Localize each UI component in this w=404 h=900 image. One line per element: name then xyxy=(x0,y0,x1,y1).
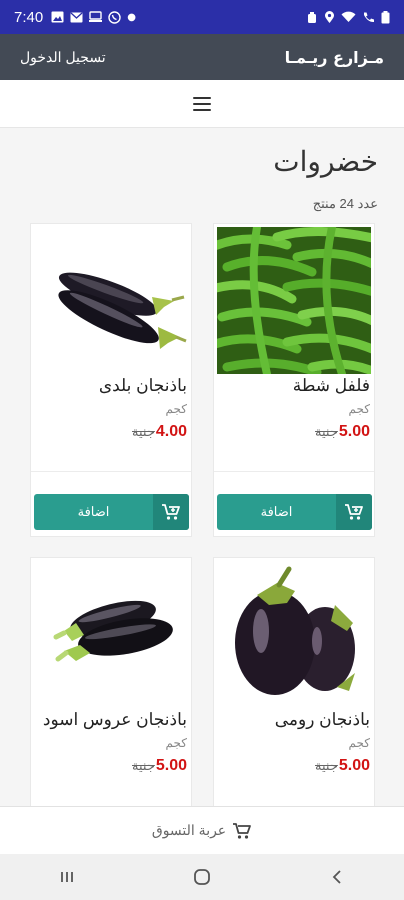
product-unit: كجم xyxy=(165,402,187,416)
product-image-green-chili[interactable] xyxy=(217,227,371,374)
location-icon xyxy=(325,10,334,23)
product-name[interactable]: باذنجان عروس اسود xyxy=(43,710,187,730)
add-button-label: اضافة xyxy=(77,504,110,519)
product-count: عدد 24 منتج xyxy=(312,196,378,211)
cart-plus-icon xyxy=(153,494,189,530)
product-unit: كجم xyxy=(348,736,370,750)
shopping-cart-bar[interactable]: عربة التسوق xyxy=(0,806,404,854)
product-image-eggplant-baladi[interactable] xyxy=(34,227,188,374)
price-amount: 4.00 xyxy=(155,423,187,440)
price-currency: جنية xyxy=(132,424,155,439)
shopping-cart-label: عربة التسوق xyxy=(151,822,227,838)
product-unit: كجم xyxy=(348,402,370,416)
product-price: 5.00 جنية xyxy=(315,423,370,441)
product-name[interactable]: باذنجان رومى xyxy=(275,710,370,730)
add-button-label: اضافة xyxy=(260,504,293,519)
product-name[interactable]: باذنجان بلدى xyxy=(99,376,187,396)
status-right-icons xyxy=(306,10,390,24)
status-left-icons: ● xyxy=(51,10,136,24)
product-card[interactable]: باذنجان بلدى كجم 4.00 جنية اضافة xyxy=(30,223,192,537)
hamburger-menu-icon[interactable] xyxy=(193,96,211,111)
add-to-cart-button[interactable]: اضافة xyxy=(217,494,372,530)
status-bar: 7:40 ● xyxy=(0,0,404,34)
price-currency: جنية xyxy=(315,758,338,773)
product-price: 5.00 جنية xyxy=(315,757,370,775)
wifi-icon xyxy=(341,11,356,22)
price-amount: 5.00 xyxy=(338,423,370,440)
price-currency: جنية xyxy=(132,758,155,773)
product-image-eggplant-roomy[interactable] xyxy=(217,561,371,708)
alarm-icon xyxy=(308,11,316,23)
page-title: خضروات xyxy=(273,146,378,177)
price-amount: 5.00 xyxy=(338,757,370,774)
price-currency: جنية xyxy=(315,424,338,439)
product-price: 4.00 جنية xyxy=(132,423,187,441)
app-header: مـزارع ريـمـا تسجيل الدخول xyxy=(0,34,404,80)
recent-apps-icon[interactable] xyxy=(47,862,87,892)
product-card[interactable]: باذنجان رومى كجم 5.00 جنية xyxy=(213,557,375,807)
product-price: 5.00 جنية xyxy=(132,757,187,775)
product-card[interactable]: فلفل شطة كجم 5.00 جنية اضافة xyxy=(213,223,375,537)
menu-bar xyxy=(0,80,404,128)
notification-dot: ● xyxy=(127,11,136,23)
image-icon xyxy=(51,11,64,23)
brand-logo[interactable]: مـزارع ريـمـا xyxy=(285,48,384,67)
mail-icon xyxy=(70,12,83,22)
home-icon[interactable] xyxy=(182,862,222,892)
system-navigation-bar xyxy=(0,854,404,900)
card-divider xyxy=(214,471,374,472)
product-name[interactable]: فلفل شطة xyxy=(293,376,370,396)
add-to-cart-button[interactable]: اضافة xyxy=(34,494,189,530)
product-image-eggplant-aroos[interactable] xyxy=(34,561,188,708)
shopping-cart-icon xyxy=(233,822,252,839)
login-link[interactable]: تسجيل الدخول xyxy=(20,49,106,66)
call-icon xyxy=(364,12,374,22)
product-card[interactable]: باذنجان عروس اسود كجم 5.00 جنية xyxy=(30,557,192,807)
status-time: 7:40 xyxy=(14,8,44,26)
cart-plus-icon xyxy=(336,494,372,530)
back-icon[interactable] xyxy=(317,862,357,892)
whatsapp-icon xyxy=(108,10,121,24)
price-amount: 5.00 xyxy=(155,757,187,774)
product-unit: كجم xyxy=(165,736,187,750)
battery-icon xyxy=(381,10,390,23)
screen-icon xyxy=(89,11,103,22)
card-divider xyxy=(31,471,191,472)
